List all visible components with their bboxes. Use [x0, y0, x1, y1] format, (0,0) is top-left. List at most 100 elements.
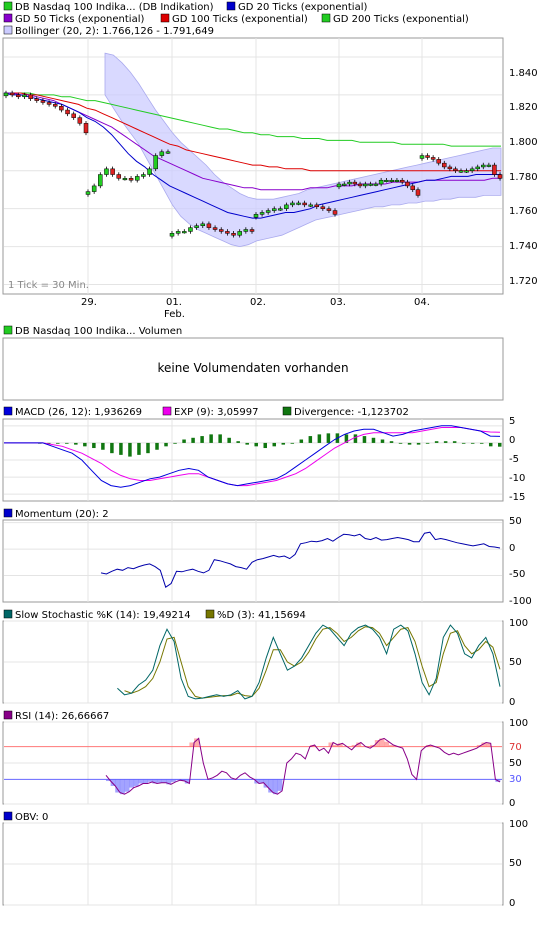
candle-body — [284, 204, 289, 209]
obv-panel: OBV: 0 100 50 0 — [2, 811, 528, 909]
divergence-bar — [173, 442, 177, 444]
price-x-axis: 29. 01. Feb. 02. 03. 04. — [81, 297, 430, 320]
stock-chart: DB Nasdaq 100 Indika... (DB Indikation) … — [2, 1, 538, 909]
divergence-bar — [83, 442, 87, 447]
price-panel: DB Nasdaq 100 Indika... (DB Indikation) … — [2, 1, 538, 320]
divergence-bar — [425, 442, 430, 444]
candle-body — [85, 191, 91, 195]
divergence-bar — [245, 442, 249, 445]
stochastic-panel: Slow Stochastic %K (14): 19,49214 %D (3)… — [2, 609, 528, 708]
candle-body — [302, 202, 307, 206]
y-tick-label: 30 — [509, 774, 522, 785]
candle-body — [122, 178, 128, 181]
divergence-bar — [101, 442, 105, 450]
candle-body — [169, 233, 175, 237]
rsi-oversold-fill — [133, 779, 139, 786]
candle-body — [384, 179, 389, 182]
candle-body — [415, 189, 421, 196]
candle-body — [218, 229, 224, 232]
legend-stoch-d: %D (3): 41,15694 — [217, 610, 306, 621]
candle-body — [175, 231, 181, 234]
y-tick-label: 50 — [509, 516, 522, 527]
y-tick-label: 100 — [509, 718, 528, 729]
divergence-bar — [227, 437, 231, 443]
candle-body — [399, 179, 405, 183]
divergence-bar — [155, 442, 159, 450]
candle-body — [442, 162, 447, 168]
y-tick-label: 1.800 — [509, 137, 538, 148]
candle-body — [430, 157, 436, 160]
legend-momentum: Momentum (20): 2 — [15, 509, 109, 520]
divergence-bar — [443, 441, 448, 443]
y-tick-label: 1.720 — [509, 276, 538, 287]
legend-price: DB Nasdaq 100 Indika... (DB Indikation) — [15, 2, 214, 13]
rsi-overbought-fill — [384, 741, 390, 747]
candle-body — [52, 104, 58, 107]
divergence-bar — [371, 437, 376, 443]
candle-body — [28, 94, 33, 99]
candle-body — [436, 159, 441, 164]
legend-swatch-momentum — [3, 508, 13, 518]
legend-bollinger: Bollinger (20, 2): 1.766,126 - 1.791,649 — [15, 26, 214, 37]
y-tick-label: 0 — [509, 435, 515, 446]
legend-swatch-stoch-k — [3, 609, 13, 619]
legend-stoch-k: Slow Stochastic %K (14): 19,49214 — [15, 610, 191, 621]
x-tick-label: 04. — [414, 297, 430, 308]
divergence-bar — [209, 434, 213, 443]
candle-body — [347, 181, 352, 185]
candle-body — [271, 208, 277, 211]
y-tick-label: 50 — [509, 657, 522, 668]
divergence-bar — [110, 442, 114, 454]
rsi-oversold-fill — [138, 779, 144, 784]
legend-obv: OBV: 0 — [15, 812, 48, 823]
divergence-bar — [434, 441, 439, 443]
legend-gd200: GD 200 Ticks (exponential) — [333, 14, 469, 25]
y-tick-label: -15 — [509, 492, 525, 503]
divergence-bar — [488, 442, 493, 447]
candle-body — [104, 168, 109, 175]
divergence-bar — [191, 437, 195, 443]
legend-swatch-stoch-d — [205, 609, 215, 619]
candle-body — [453, 168, 458, 171]
candle-body — [46, 102, 52, 105]
candle-body — [405, 181, 410, 187]
legend-swatch-exp — [162, 406, 172, 416]
rsi-oversold-fill — [115, 779, 121, 793]
tick-interval-note: 1 Tick = 30 Min. — [8, 280, 89, 291]
candle-body — [394, 179, 400, 182]
y-tick-label: 0 — [509, 543, 515, 554]
divergence-bar — [218, 434, 222, 443]
candle-body — [200, 223, 206, 226]
divergence-bar — [398, 442, 403, 444]
x-tick-label: Feb. — [164, 309, 185, 320]
candle-body — [116, 174, 122, 179]
divergence-bar — [389, 441, 394, 443]
divergence-bar — [272, 442, 277, 447]
candle-body — [206, 223, 212, 228]
divergence-bar — [281, 442, 286, 445]
candle-body — [153, 155, 158, 170]
rsi-panel: RSI (14): 26,66667 100 70 50 30 0 — [2, 710, 528, 809]
candle-body — [342, 183, 347, 186]
candle-body — [475, 166, 480, 170]
divergence-bar — [470, 442, 475, 444]
rsi-oversold-fill — [124, 779, 130, 792]
y-tick-label: -10 — [509, 473, 525, 484]
y-tick-label: 100 — [509, 819, 528, 830]
legend-volume: DB Nasdaq 100 Indika... Volumen — [15, 326, 182, 337]
momentum-panel: Momentum (20): 2 50 0 -50 -100 — [2, 508, 532, 607]
divergence-bar — [200, 436, 204, 443]
candle-body — [320, 206, 326, 209]
candle-body — [410, 185, 415, 190]
y-tick-label: 70 — [509, 742, 522, 753]
legend-gd100: GD 100 Ticks (exponential) — [172, 14, 308, 25]
candle-body — [290, 202, 295, 206]
divergence-bar — [416, 442, 421, 445]
price-y-axis: 1.840 1.820 1.800 1.780 1.760 1.740 1.72… — [509, 68, 538, 287]
legend-swatch-bollinger — [3, 25, 13, 35]
candle-body — [110, 168, 115, 175]
divergence-bar — [290, 442, 295, 444]
divergence-bar — [317, 434, 322, 443]
candle-body — [447, 166, 453, 170]
legend-gd20: GD 20 Ticks (exponential) — [238, 2, 367, 13]
